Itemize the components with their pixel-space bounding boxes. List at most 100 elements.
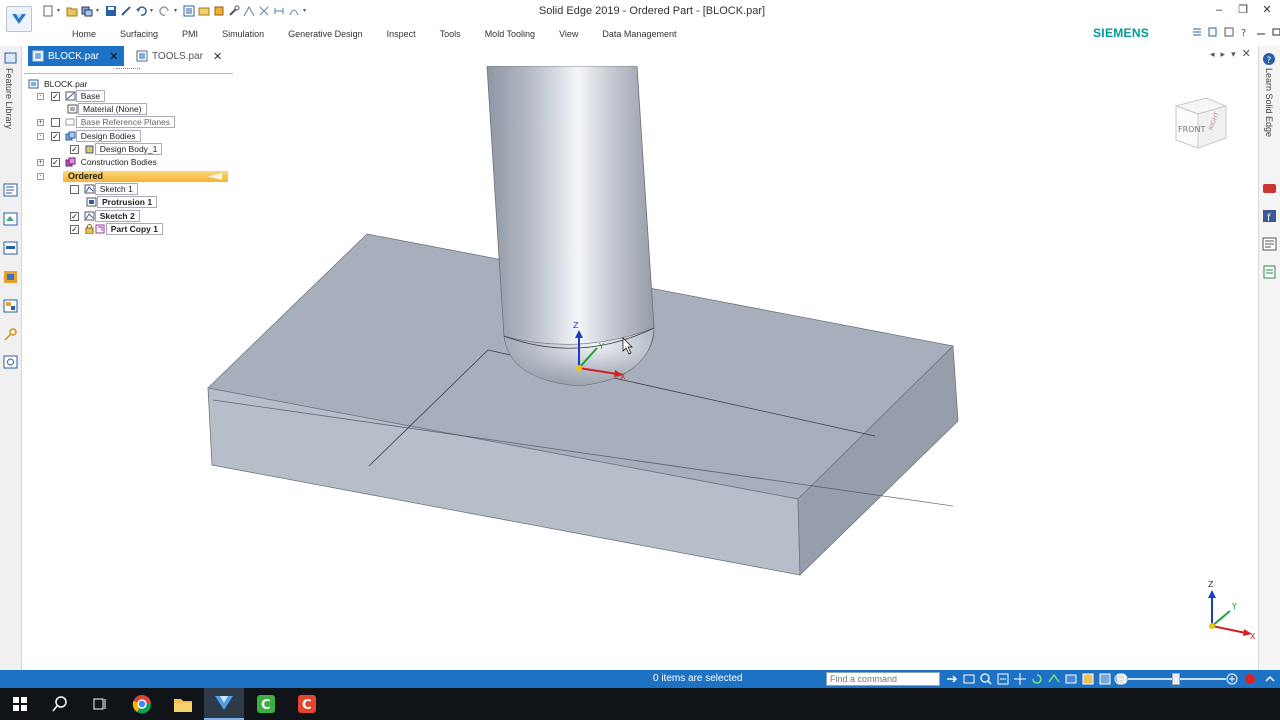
camtasia-taskbar-button[interactable]: C [246,688,286,720]
spin-about-icon[interactable] [1047,672,1061,686]
expand-toggle[interactable]: + [37,159,44,166]
task-view-button[interactable] [80,688,120,720]
zoom-icon[interactable] [979,672,993,686]
zoom-in-icon[interactable] [1226,672,1238,686]
facebook-icon[interactable]: f [1262,209,1277,224]
view-manager-icon[interactable] [3,241,18,255]
tab-data-management[interactable]: Data Management [590,27,688,41]
tab-label: BLOCK.par [48,50,100,62]
tree-item-base-reference-planes[interactable]: Base Reference Planes [51,116,176,128]
zoom-area-icon[interactable] [962,672,976,686]
view-orientation-icon[interactable] [1081,672,1095,686]
expand-status-icon[interactable] [1264,672,1276,686]
protrusion-icon [86,197,97,207]
layers-icon[interactable] [3,212,18,226]
minimize-icon[interactable]: – [1212,4,1226,16]
start-button[interactable] [0,688,40,720]
tab-tools-par[interactable]: TOOLS.par ✕ [132,46,228,66]
tab-home[interactable]: Home [60,27,108,41]
key-icon[interactable] [3,328,18,342]
checkbox[interactable]: ✓ [51,157,60,167]
minimize-ribbon-icon[interactable] [1224,26,1234,38]
fit-icon[interactable] [996,672,1010,686]
checkbox[interactable]: ✓ [70,224,79,234]
collapse-toggle[interactable]: - [37,173,44,180]
checkbox[interactable] [51,117,60,127]
chevron-down-icon[interactable]: ▾ [1231,49,1236,60]
shading-icon[interactable] [1098,672,1112,686]
tab-block-par[interactable]: BLOCK.par ✕ [28,46,125,66]
tree-item-sketch-2[interactable]: ✓ Sketch 2 [70,210,140,222]
checkbox[interactable] [70,184,79,194]
ordered-section-header[interactable]: Ordered [63,171,228,182]
tab-pmi[interactable]: PMI [170,27,210,41]
doc-minimize-icon[interactable] [1256,26,1266,38]
restore-icon[interactable]: ❐ [1236,4,1250,16]
tree-item-construction-bodies[interactable]: ✓ Construction Bodies [51,156,162,168]
chrome-taskbar-button[interactable] [122,688,162,720]
zoom-slider-thumb[interactable] [1172,673,1180,685]
tree-item-part-copy-1[interactable]: ✓ Part Copy 1 [70,223,163,235]
clipboard-icon[interactable] [1262,265,1277,279]
arrow-right-icon[interactable] [945,672,959,686]
family-of-parts-icon[interactable] [3,299,18,313]
tree-item-protrusion-1[interactable]: Protrusion 1 [86,196,158,208]
checkbox[interactable]: ✓ [70,144,79,154]
color-manager-icon[interactable] [3,270,18,284]
command-finder-input[interactable] [826,672,940,686]
pathfinder-resize-grip[interactable] [24,66,233,74]
tree-item-design-body-1[interactable]: ✓ Design Body_1 [70,143,163,155]
recorder-taskbar-button[interactable]: C [287,688,327,720]
close-icon[interactable]: ✕ [1242,47,1251,60]
solid-edge-taskbar-button[interactable] [204,688,244,720]
tab-tools[interactable]: Tools [428,27,473,41]
window-arrange-icon[interactable] [1192,26,1202,38]
tab-view[interactable]: View [547,27,590,41]
file-explorer-taskbar-button[interactable] [163,688,203,720]
tree-item-material[interactable]: Material (None) [67,103,147,115]
task-view-icon [93,698,106,710]
tab-inspect[interactable]: Inspect [375,27,428,41]
tree-root[interactable]: BLOCK.par [28,78,93,90]
help-icon[interactable]: ? [1262,52,1277,66]
tree-item-base[interactable]: ✓ Base [51,90,106,102]
teamcenter-icon[interactable] [3,355,18,369]
tree-item-design-bodies[interactable]: ✓ Design Bodies [51,130,141,142]
record-icon[interactable] [1244,672,1256,686]
collapse-toggle[interactable]: - [37,93,44,100]
tab-generative-design[interactable]: Generative Design [276,27,375,41]
left-panel-strip: Feature Library [0,46,22,670]
rotate-icon[interactable] [1030,672,1044,686]
pan-icon[interactable] [1013,672,1027,686]
feature-library-icon[interactable] [3,51,18,65]
rollback-arrow-icon[interactable] [208,173,222,180]
window-cascade-icon[interactable] [1208,26,1218,38]
expand-toggle[interactable]: + [37,119,44,126]
checkbox[interactable]: ✓ [51,131,60,141]
tab-mold-tooling[interactable]: Mold Tooling [473,27,547,41]
youtube-icon[interactable] [1262,181,1277,195]
svg-text:?: ? [1267,56,1272,66]
search-button[interactable] [40,688,80,720]
help-icon[interactable]: ? [1240,26,1250,39]
learn-solid-edge-tab[interactable]: Learn Solid Edge [1264,68,1274,137]
sketch-view-icon[interactable] [1064,672,1078,686]
view-cube[interactable]: FRONT RIGHT [1170,92,1232,154]
tree-label: Material (None) [78,103,147,115]
tab-simulation[interactable]: Simulation [210,27,276,41]
doc-restore-icon[interactable] [1272,26,1280,38]
tab-surfacing[interactable]: Surfacing [108,27,170,41]
feature-library-tab[interactable]: Feature Library [4,68,14,129]
chevron-right-icon[interactable]: ▸ [1221,49,1226,60]
close-icon[interactable]: ✕ [213,50,222,63]
close-icon[interactable]: ✕ [109,50,118,63]
close-icon[interactable]: ✕ [1260,4,1274,16]
collapse-toggle[interactable]: - [37,133,44,140]
pathfinder-icon[interactable] [3,183,18,197]
news-icon[interactable] [1262,237,1277,251]
zoom-out-icon[interactable] [1114,672,1126,686]
tree-item-sketch-1[interactable]: Sketch 1 [70,183,138,195]
checkbox[interactable]: ✓ [51,91,60,101]
checkbox[interactable]: ✓ [70,211,79,221]
chevron-left-icon[interactable]: ◂ [1210,49,1215,60]
